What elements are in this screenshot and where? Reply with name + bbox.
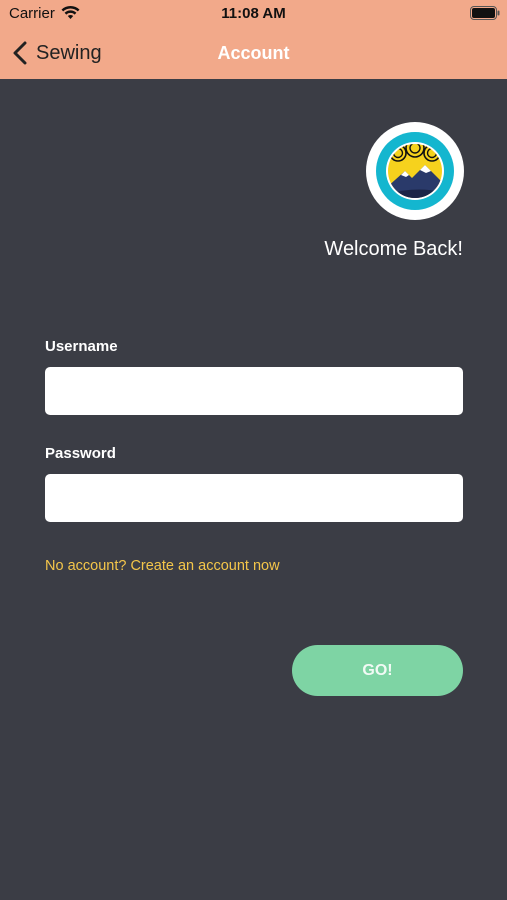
password-input[interactable] xyxy=(45,474,463,522)
username-label: Username xyxy=(45,338,118,355)
welcome-heading: Welcome Back! xyxy=(324,238,463,260)
battery-icon xyxy=(470,6,500,20)
navigation-bar: Sewing Account xyxy=(0,30,507,76)
username-input[interactable] xyxy=(45,367,463,415)
go-button[interactable]: GO! xyxy=(292,645,463,696)
top-bar: Carrier 11:08 AM Sewing Account xyxy=(0,0,507,79)
app-logo xyxy=(366,122,464,220)
mountain-sun-logo-icon xyxy=(376,132,454,210)
password-label: Password xyxy=(45,445,116,462)
create-account-link[interactable]: No account? Create an account now xyxy=(45,558,280,574)
status-time: 11:08 AM xyxy=(221,5,286,22)
page-title: Account xyxy=(217,43,290,63)
status-bar: Carrier 11:08 AM xyxy=(0,0,507,28)
